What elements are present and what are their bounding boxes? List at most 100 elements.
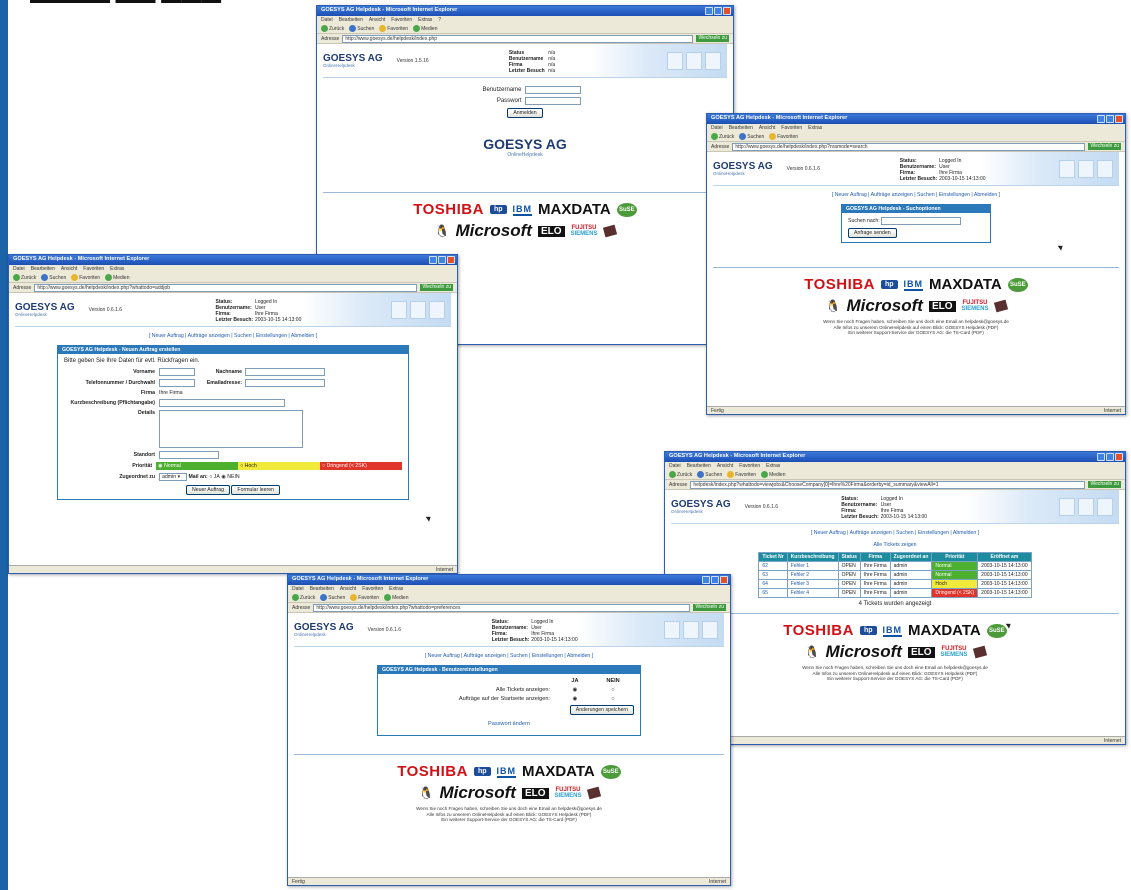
maximize-icon[interactable] [438,256,446,264]
table-row[interactable]: 65 Fehler 4 OPEN Ihre Firma admin Dringe… [758,588,1032,598]
address-input[interactable]: http://www.goesys.de/helpdesk/index.php?… [313,603,691,612]
go-button[interactable]: Wechseln zu [693,604,726,611]
search-button[interactable]: Suchen [320,594,345,601]
menu-ansicht[interactable]: Ansicht [369,17,385,23]
opt-startpage-ja-radio[interactable]: ◉ [556,696,594,702]
telefon-input[interactable] [159,379,195,387]
back-button[interactable]: Zurück [13,274,36,281]
main-nav[interactable]: [ Neuer Auftrag | Aufträge anzeigen | Su… [671,530,1119,536]
col-zugeordnet[interactable]: Zugeordnet an [889,552,933,562]
minimize-icon[interactable] [1097,115,1105,123]
minimize-icon[interactable] [702,576,710,584]
menu-ansicht[interactable]: Ansicht [340,586,356,592]
main-nav[interactable]: [ Neuer Auftrag | Aufträge anzeigen | Su… [294,653,724,659]
menu-favoriten[interactable]: Favoriten [391,17,412,23]
menu-help[interactable]: ? [438,17,441,23]
search-button[interactable]: Suchen [349,25,374,32]
username-input[interactable] [524,86,581,94]
close-icon[interactable] [720,576,728,584]
nachname-input[interactable] [245,368,325,376]
maximize-icon[interactable] [1106,453,1114,461]
menu-bearbeiten[interactable]: Bearbeiten [687,463,711,469]
main-nav[interactable]: [ Neuer Auftrag | Aufträge anzeigen | Su… [15,333,451,339]
change-password-link[interactable]: Passwort ändern [384,721,634,727]
menu-bearbeiten[interactable]: Bearbeiten [31,266,55,272]
col-prioritaet[interactable]: Priorität [931,552,979,562]
menu-bearbeiten[interactable]: Bearbeiten [310,586,334,592]
minimize-icon[interactable] [705,7,713,15]
menu-bearbeiten[interactable]: Bearbeiten [339,17,363,23]
password-input[interactable] [524,97,581,105]
menu-favoriten[interactable]: Favoriten [781,125,802,131]
address-input[interactable]: http://www.goesys.de/helpdesk/index.php?… [34,283,418,292]
col-status[interactable]: Status [837,552,861,562]
media-button[interactable]: Medien [413,25,438,32]
menu-favoriten[interactable]: Favoriten [739,463,760,469]
opt-all-tickets-nein-radio[interactable]: ○ [594,687,632,693]
menu-datei[interactable]: Datei [669,463,681,469]
close-icon[interactable] [1115,453,1123,461]
menu-favoriten[interactable]: Favoriten [362,586,383,592]
back-button[interactable]: Zurück [321,25,344,32]
priority-dringend-radio[interactable]: ○ Dringend (< 2SK) [320,462,402,470]
favorites-button[interactable]: Favoriten [379,25,408,32]
main-nav[interactable]: [ Neuer Auftrag | Aufträge anzeigen | Su… [713,192,1119,198]
close-icon[interactable] [1115,115,1123,123]
mail-ja-radio[interactable]: ○ JA [209,474,220,480]
kurzbeschreibung-input[interactable] [159,399,285,407]
show-all-link[interactable]: Alle Tickets zeigen [671,542,1119,548]
menu-datei[interactable]: Datei [321,17,333,23]
maximize-icon[interactable] [711,576,719,584]
menu-extras[interactable]: Extras [389,586,403,592]
save-changes-button[interactable]: Änderungen speichern [569,705,634,715]
menu-datei[interactable]: Datei [292,586,304,592]
back-button[interactable]: Zurück [292,594,315,601]
mail-nein-radio[interactable]: ◉ NEIN [221,474,239,480]
menu-extras[interactable]: Extras [766,463,780,469]
menu-bearbeiten[interactable]: Bearbeiten [729,125,753,131]
back-button[interactable]: Zurück [669,471,692,478]
reset-form-button[interactable]: Formular leeren [231,485,281,495]
assignee-select[interactable]: admin ▾ [159,473,187,481]
close-icon[interactable] [723,7,731,15]
favorites-button[interactable]: Favoriten [350,594,379,601]
media-button[interactable]: Medien [761,471,786,478]
col-ticket-nr[interactable]: Ticket Nr [758,552,788,562]
go-button[interactable]: Wechseln zu [696,35,729,42]
search-button[interactable]: Suchen [41,274,66,281]
col-eroeffnet[interactable]: Eröffnet am [977,552,1032,562]
favorites-button[interactable]: Favoriten [71,274,100,281]
opt-startpage-nein-radio[interactable]: ○ [594,696,632,702]
menu-extras[interactable]: Extras [808,125,822,131]
details-textarea[interactable] [159,410,303,448]
search-button[interactable]: Suchen [697,471,722,478]
standort-input[interactable] [159,451,219,459]
priority-hoch-radio[interactable]: ○ Hoch [238,462,321,470]
login-button[interactable]: Anmelden [507,108,543,118]
menu-extras[interactable]: Extras [418,17,432,23]
address-input[interactable]: http://www.goesys.de/helpdesk/index.php [342,34,694,43]
menu-ansicht[interactable]: Ansicht [759,125,775,131]
vorname-input[interactable] [159,368,195,376]
address-input[interactable]: helpdesk/index.php?whattodo=viewjobs&Cho… [690,480,1086,489]
opt-all-tickets-ja-radio[interactable]: ◉ [556,687,594,693]
table-row[interactable]: 64 Fehler 3 OPEN Ihre Firma admin Hoch 2… [758,579,1032,589]
table-row[interactable]: 62 Fehler 1 OPEN Ihre Firma admin Normal… [758,561,1032,571]
maximize-icon[interactable] [714,7,722,15]
media-button[interactable]: Medien [105,274,130,281]
col-kurzbeschreibung[interactable]: Kurzbeschreibung [786,552,839,562]
new-ticket-button[interactable]: Neuer Auftrag [185,485,230,495]
menu-datei[interactable]: Datei [711,125,723,131]
email-input[interactable] [245,379,325,387]
menu-datei[interactable]: Datei [13,266,25,272]
go-button[interactable]: Wechseln zu [1088,481,1121,488]
menu-ansicht[interactable]: Ansicht [717,463,733,469]
send-request-button[interactable]: Anfrage senden [848,228,897,238]
address-input[interactable]: http://www.goesys.de/helpdesk/index.php?… [732,142,1086,151]
menu-ansicht[interactable]: Ansicht [61,266,77,272]
minimize-icon[interactable] [1097,453,1105,461]
col-firma[interactable]: Firma [859,552,891,562]
table-row[interactable]: 63 Fehler 2 OPEN Ihre Firma admin Normal… [758,570,1032,580]
minimize-icon[interactable] [429,256,437,264]
close-icon[interactable] [447,256,455,264]
